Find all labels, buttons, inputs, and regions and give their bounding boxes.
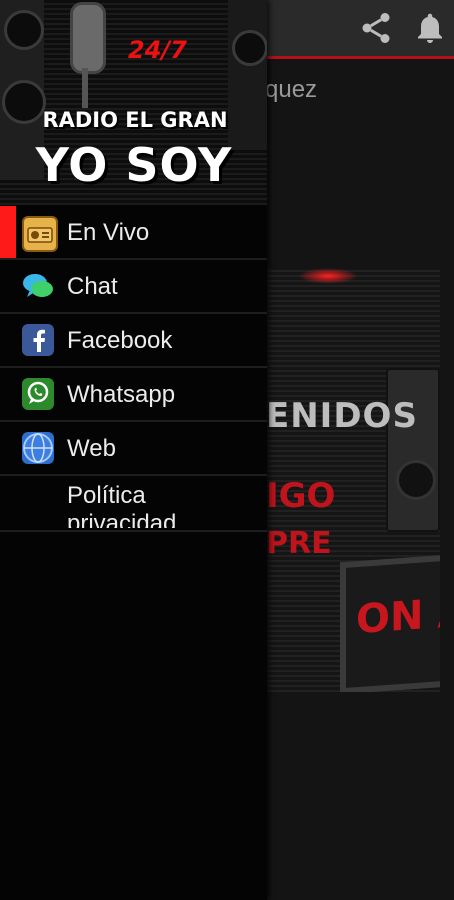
navigation-drawer: 24/7 RADIO EL GRAN YO SOY En Vivo Chat F… <box>0 0 267 900</box>
promo-speaker <box>386 368 440 532</box>
on-air-sign: ON AI <box>340 553 440 692</box>
logo-brand-line1: RADIO EL GRAN <box>42 108 228 132</box>
menu-item-label: Web <box>67 435 116 462</box>
on-air-text: ON AI <box>356 588 440 644</box>
menu-item-label: Chat <box>67 273 118 300</box>
chat-icon <box>23 274 53 297</box>
station-subtitle: quez <box>265 76 318 103</box>
share-icon[interactable] <box>358 10 394 46</box>
menu-item-web[interactable]: Web <box>0 422 267 476</box>
menu-item-label: Facebook <box>67 327 173 354</box>
menu-item-whatsapp[interactable]: Whatsapp <box>0 368 267 422</box>
menu-item-chat[interactable]: Chat <box>0 260 267 314</box>
menu-item-label: Whatsapp <box>67 381 176 408</box>
menu-item-en-vivo[interactable]: En Vivo <box>0 206 267 260</box>
drawer-header-logo: 24/7 RADIO EL GRAN YO SOY <box>0 0 267 205</box>
promo-text-line2: IGO <box>266 476 336 516</box>
menu-item-label: En Vivo <box>67 219 150 246</box>
logo-brand-line2: YO SOY <box>35 138 233 192</box>
promo-text-line3: PRE <box>266 526 332 561</box>
active-indicator <box>0 206 16 258</box>
radio-icon <box>22 216 58 252</box>
logo-badge: 24/7 <box>128 36 187 64</box>
promo-light <box>298 268 358 284</box>
globe-icon <box>22 432 54 464</box>
promo-text-line1: ENIDOS <box>266 396 418 436</box>
menu-item-label: Política privacidad <box>67 482 177 528</box>
promo-image: ENIDOS IGO PRE ON AI <box>258 268 440 692</box>
whatsapp-icon <box>22 378 54 410</box>
menu-item-facebook[interactable]: Facebook <box>0 314 267 368</box>
microphone-graphic <box>70 2 106 74</box>
drawer-menu: En Vivo Chat Facebook Whatsapp Web Polít… <box>0 206 267 532</box>
bell-icon[interactable] <box>412 10 448 46</box>
facebook-icon <box>22 324 54 356</box>
menu-item-privacy-policy[interactable]: Política privacidad <box>0 476 267 532</box>
